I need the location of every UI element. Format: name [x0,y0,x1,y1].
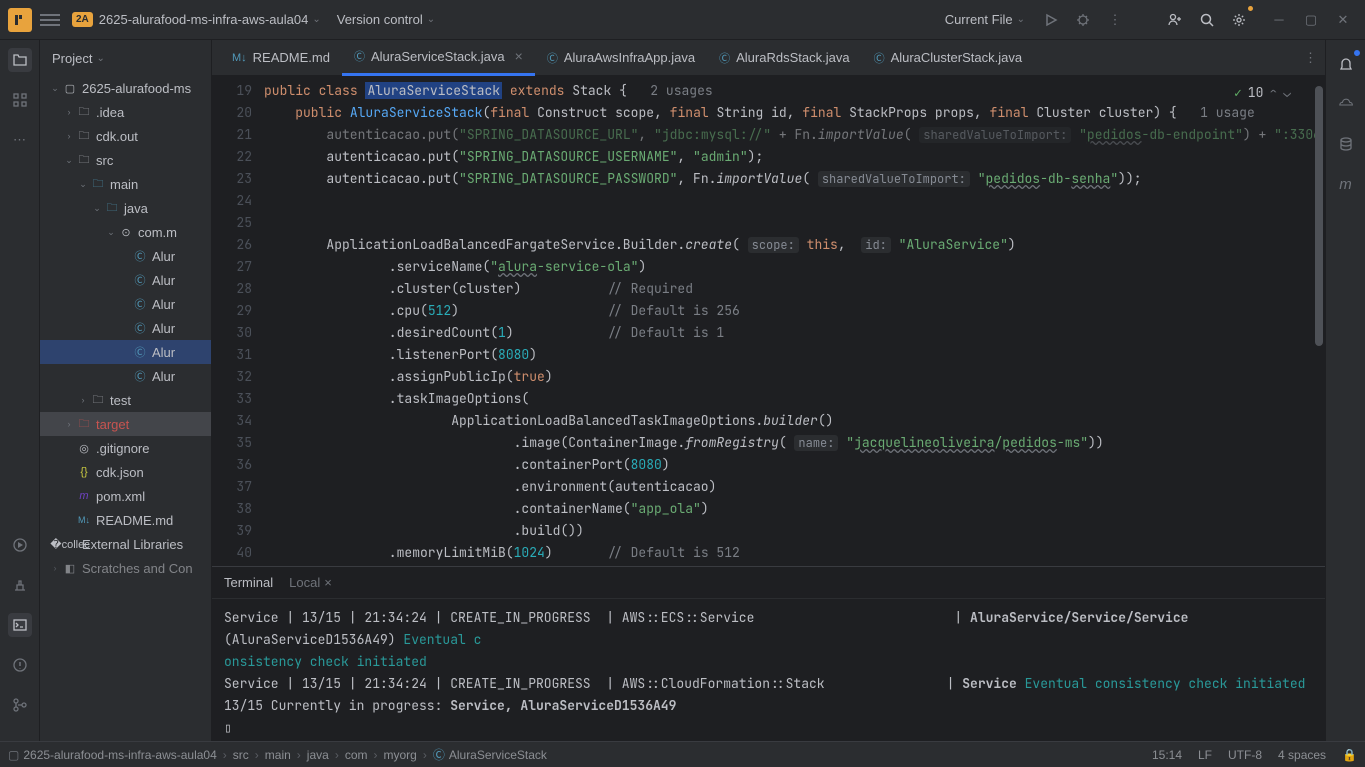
maven-icon[interactable]: m [1334,172,1358,196]
tree-package[interactable]: ⌄⊙com.m [40,220,211,244]
run-config-selector[interactable]: Current File⌄ [945,12,1025,27]
tab-service-stack[interactable]: ⒸAluraServiceStack.java× [342,40,535,76]
tree-file[interactable]: M↓README.md [40,508,211,532]
tab-rds-stack[interactable]: ⒸAluraRdsStack.java [707,40,861,76]
tree-root[interactable]: ⌄▢2625-alurafood-ms [40,76,211,100]
caret-position[interactable]: 15:14 [1152,748,1182,762]
tree-file[interactable]: mpom.xml [40,484,211,508]
notifications-icon[interactable] [1334,52,1358,76]
build-tool-icon[interactable] [8,573,32,597]
tree-file[interactable]: ◎.gitignore [40,436,211,460]
code-content[interactable]: public class AluraServiceStack extends S… [264,76,1325,566]
vcs-widget[interactable]: Version control⌄ [337,12,435,27]
minimize-button[interactable]: ─ [1265,6,1293,34]
line-gutter: 1920212223242526272829303132333435363738… [212,76,264,566]
ide-logo[interactable] [8,8,32,32]
tree-file[interactable]: {}cdk.json [40,460,211,484]
database-icon[interactable] [1334,132,1358,156]
tree-class[interactable]: ⒸAlur [40,364,211,388]
tree-folder[interactable]: ›🗀cdk.out [40,124,211,148]
file-encoding[interactable]: UTF-8 [1228,748,1262,762]
close-button[interactable]: ✕ [1329,6,1357,34]
inspection-widget[interactable]: ✓10⌃⌄ [1228,80,1297,106]
indent-config[interactable]: 4 spaces [1278,748,1326,762]
right-toolwindow-bar: m [1325,40,1365,741]
close-tab-icon[interactable]: × [515,48,523,64]
tree-folder[interactable]: ⌄🗀java [40,196,211,220]
code-with-me-icon[interactable] [1161,6,1189,34]
tree-class[interactable]: ⒸAlur [40,316,211,340]
tree-external-libs[interactable]: ›�collecExternal Libraries [40,532,211,556]
tree-class[interactable]: ⒸAlur [40,292,211,316]
project-sidebar: Project⌄ ⌄▢2625-alurafood-ms ›🗀.idea ›🗀c… [40,40,212,741]
terminal-output[interactable]: Service | 13/15 | 21:34:24 | CREATE_IN_P… [212,599,1325,741]
aws-toolkit-icon[interactable] [1334,92,1358,116]
project-tool-icon[interactable] [8,48,32,72]
structure-tool-icon[interactable] [8,88,32,112]
tab-cluster-stack[interactable]: ⒸAluraClusterStack.java [862,40,1035,76]
project-tree[interactable]: ⌄▢2625-alurafood-ms ›🗀.idea ›🗀cdk.out ⌄🗀… [40,76,211,741]
project-selector[interactable]: 2625-alurafood-ms-infra-aws-aula04⌄ [99,12,321,27]
tab-aws-infra[interactable]: ⒸAluraAwsInfraApp.java [535,40,707,76]
terminal-panel: Terminal Local× Service | 13/15 | 21:34:… [212,566,1325,741]
left-toolwindow-bar: ⋯ [0,40,40,741]
problems-tool-icon[interactable] [8,653,32,677]
tree-class[interactable]: ⒸAlur [40,244,211,268]
project-badge: 2A [72,12,93,27]
more-actions-icon[interactable]: ⋮ [1101,6,1129,34]
line-ending[interactable]: LF [1198,748,1212,762]
more-tools-icon[interactable]: ⋯ [8,128,32,152]
readonly-lock-icon[interactable]: 🔒 [1342,748,1357,762]
titlebar: 2A 2625-alurafood-ms-infra-aws-aula04⌄ V… [0,0,1365,40]
run-tool-icon[interactable] [8,533,32,557]
breadcrumb[interactable]: ▢2625-alurafood-ms-infra-aws-aula04› src… [8,746,547,763]
tab-readme[interactable]: M↓README.md [220,40,342,76]
maximize-button[interactable]: ▢ [1297,6,1325,34]
terminal-tool-icon[interactable] [8,613,32,637]
tree-folder[interactable]: ›🗀test [40,388,211,412]
run-button[interactable] [1037,6,1065,34]
settings-icon[interactable] [1225,6,1253,34]
tabs-more-icon[interactable]: ⋮ [1304,50,1317,66]
main-menu-icon[interactable] [40,14,60,26]
project-view-selector[interactable]: Project⌄ [40,40,211,76]
terminal-session-tab[interactable]: Local× [289,575,332,590]
tree-folder[interactable]: ⌄🗀main [40,172,211,196]
tree-class[interactable]: ⒸAlur [40,268,211,292]
tree-folder[interactable]: ⌄🗀src [40,148,211,172]
editor-panel: M↓README.md ⒸAluraServiceStack.java× ⒸAl… [212,40,1325,741]
code-editor[interactable]: 1920212223242526272829303132333435363738… [212,76,1325,566]
tree-class-selected[interactable]: ⒸAlur [40,340,211,364]
debug-button[interactable] [1069,6,1097,34]
search-icon[interactable] [1193,6,1221,34]
editor-scrollbar[interactable] [1313,76,1325,566]
terminal-tab[interactable]: Terminal [224,575,273,590]
tree-scratches[interactable]: ›◧Scratches and Con [40,556,211,580]
tree-folder-excluded[interactable]: ›🗀target [40,412,211,436]
status-bar: ▢2625-alurafood-ms-infra-aws-aula04› src… [0,741,1365,767]
vcs-tool-icon[interactable] [8,693,32,717]
editor-tabs: M↓README.md ⒸAluraServiceStack.java× ⒸAl… [212,40,1325,76]
tree-folder[interactable]: ›🗀.idea [40,100,211,124]
